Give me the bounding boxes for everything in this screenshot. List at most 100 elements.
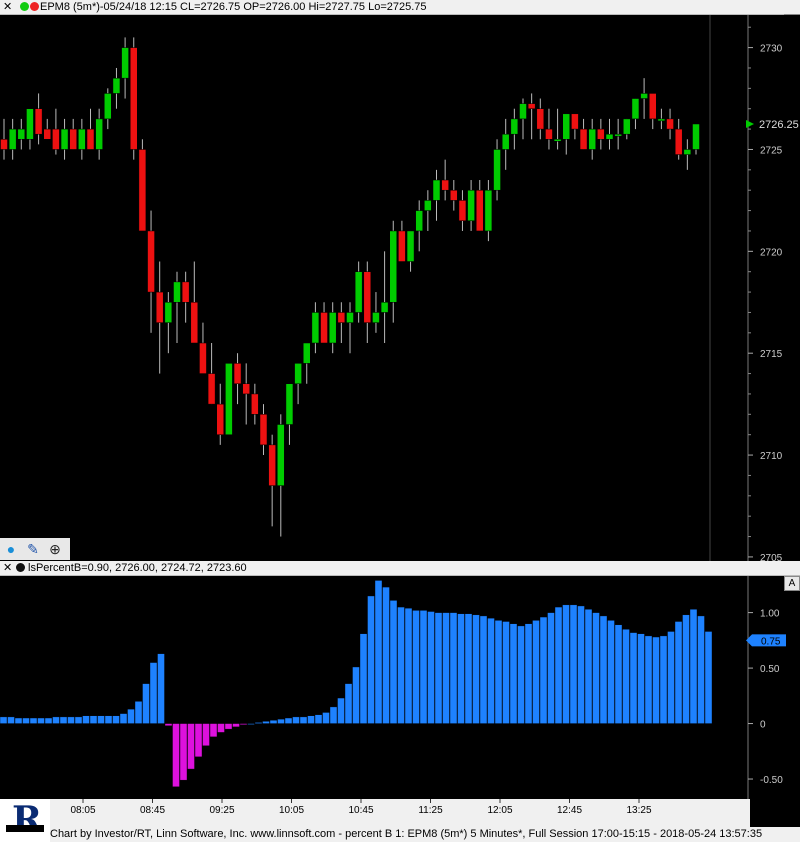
price-chart-header: ✕ EPM8 (5m*)-05/24/18 12:15 CL=2726.75 O… [0,0,800,15]
candle-body [346,312,354,323]
percent-b-bar [299,716,308,724]
candle-body [467,189,475,222]
indicator-tick-label: 0.50 [760,664,780,675]
close-indicator-icon[interactable]: ✕ [3,561,12,575]
percent-b-bar [187,723,195,770]
red-status-icon [30,2,39,11]
zoom-icon[interactable]: ⊕ [46,540,64,558]
pencil-icon[interactable]: ✎ [24,540,42,558]
percent-b-bar [52,716,60,724]
candle-body [605,133,614,140]
percent-b-bar [239,723,248,725]
candle-body [424,200,432,211]
candle-body [406,230,415,262]
indicator-tick-label: 1.00 [760,609,780,620]
candle-body [233,363,242,385]
percent-b-bar [142,683,150,724]
candle-body [458,200,467,222]
percent-b-bar [67,716,75,724]
percent-b-bar [562,604,570,724]
percent-b-bar [352,666,360,724]
candle-body [17,128,26,140]
candle-body [268,444,276,486]
candle-body [337,312,346,323]
percent-b-bar [127,708,135,724]
time-tick-label: 10:05 [279,805,304,816]
candle-body [130,47,138,150]
candle-body [95,118,103,150]
candle-body [476,189,484,232]
percent-b-bar [697,615,705,724]
candle-body [147,230,155,293]
candle-body [631,98,640,120]
percent-b-bar [494,620,503,724]
candle-body [242,383,250,395]
percent-b-chart[interactable]: -0.50 0 0.50 1.00 0.75 [0,576,800,799]
candle-body [277,424,285,486]
percent-b-bar [284,717,293,724]
percent-b-bar [322,712,330,724]
percent-b-bar [479,615,488,724]
percent-b-bar [487,617,495,724]
percent-b-bar [344,683,353,724]
price-chart[interactable]: 2705 2710 2715 2720 2725 2730 2726.25 [0,15,800,561]
indicator-tick-label: 0 [760,720,766,731]
percent-b-bar [359,633,368,724]
percent-b-bar [247,723,255,725]
candle-body [527,103,536,109]
percent-b-bar [427,611,435,724]
percent-b-bar [569,604,578,724]
percent-b-bar [652,636,660,724]
percent-b-bar [277,718,285,724]
percent-b-bar [577,605,585,724]
percent-b-bar [29,717,38,724]
price-tick-label: 2730 [760,44,783,55]
candle-body [501,133,510,150]
percent-b-bar [382,586,390,724]
candle-body [415,210,423,232]
candle-body [8,128,17,150]
percent-b-bar [374,580,383,724]
percent-b-bar [37,717,45,724]
percent-b-bar [22,717,30,724]
refresh-icon[interactable]: ● [2,540,20,558]
candle-body [121,47,129,79]
candle-body [69,128,77,150]
candle-body [372,312,380,323]
percent-b-bar [14,717,23,724]
close-price-chart-icon[interactable]: ✕ [3,0,12,14]
candle-body [640,93,648,99]
candle-body [354,271,363,313]
candle-body [519,103,527,120]
candle-body [78,128,86,150]
percent-b-bar [209,723,218,738]
candle-body [450,189,458,201]
candle-body [683,149,692,155]
indicator-header: ✕ lsPercentB=0.90, 2726.00, 2724.72, 272… [0,561,800,576]
percent-b-bar [74,716,83,724]
percent-b-bar [614,624,623,724]
percent-b-bar [232,723,240,728]
candle-body [597,128,605,140]
candle-body [389,230,397,303]
indicator-tick-label: -0.50 [760,775,783,786]
percent-b-bar [532,620,540,724]
candle-body [164,302,173,323]
green-status-icon [20,2,29,11]
time-tick-label: 08:05 [70,805,95,816]
percent-b-bar [329,706,338,724]
percent-b-bar [179,723,188,781]
candle-body [510,118,519,135]
percent-b-bar [502,621,510,724]
time-tick-label: 09:25 [209,805,234,816]
percent-b-bar [592,612,600,724]
percent-b-bar [607,620,615,724]
percent-b-bar [539,616,548,724]
candle-body [545,128,553,140]
percent-b-bar [112,715,120,724]
percent-b-bar [314,714,323,724]
percent-b-bar [224,723,233,730]
candle-body [285,383,294,425]
investor-rt-logo: R [0,799,50,842]
candle-body [259,414,268,446]
